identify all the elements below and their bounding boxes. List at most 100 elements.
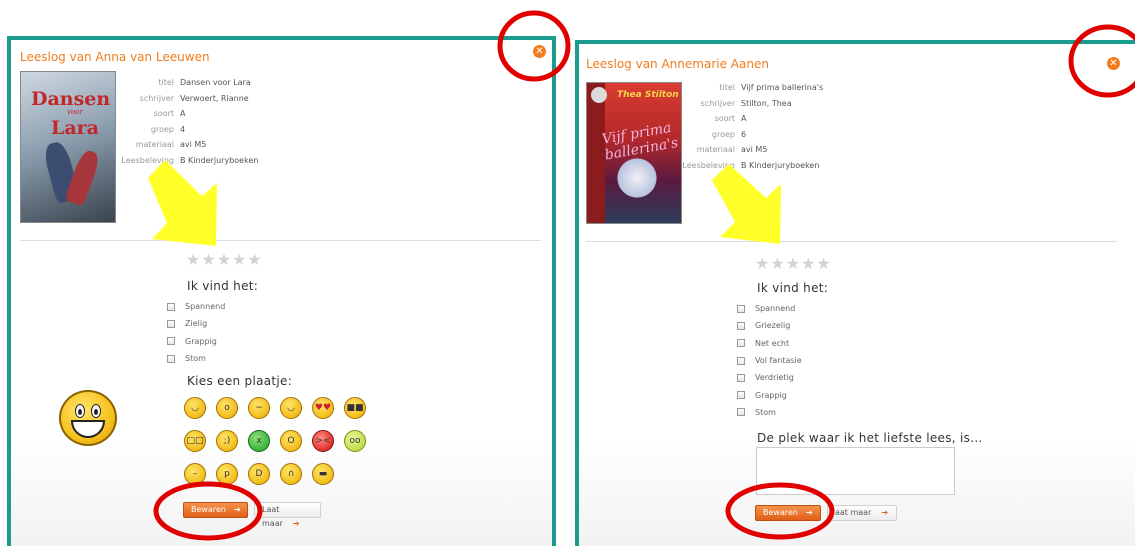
checkbox[interactable] — [737, 304, 745, 313]
star-icon[interactable]: ★ — [755, 254, 769, 273]
divider — [20, 240, 541, 241]
meta-key: Leesbeleving — [121, 155, 174, 165]
checkbox-option[interactable]: Zielig — [167, 315, 225, 332]
checkbox-option[interactable]: Spannend — [737, 300, 802, 317]
section-heading-opinion: Ik vind het: — [187, 279, 259, 293]
checkbox[interactable] — [167, 319, 175, 328]
star-icon[interactable]: ★ — [786, 254, 800, 273]
checkbox[interactable] — [737, 408, 745, 417]
star-icon[interactable]: ★ — [801, 254, 815, 273]
checkbox-option[interactable]: Verdrietig — [737, 369, 802, 386]
leeslog-panel-right: Leeslog van Annemarie Aanen ✕ Thea Stilt… — [575, 40, 1135, 546]
cancel-button[interactable]: Laat maar ➔ — [254, 502, 321, 528]
panel-title: Leeslog van Annemarie Aanen — [586, 57, 769, 71]
star-rating[interactable]: ★★★★★ — [186, 250, 263, 269]
cool-emoji-icon[interactable]: ▬ — [312, 463, 334, 485]
star-icon[interactable]: ★ — [217, 250, 231, 269]
book-meta: titel Vijf prima ballerina's schrijver Sti… — [679, 80, 823, 173]
mouth — [71, 420, 105, 438]
shocked-emoji-icon[interactable]: O — [280, 430, 302, 452]
smile-emoji-icon[interactable]: ◡ — [184, 397, 206, 419]
save-button-label: Bewaren — [763, 508, 798, 517]
meta-key: soort — [714, 114, 735, 123]
star-icon[interactable]: ★ — [186, 250, 200, 269]
eye — [75, 404, 85, 418]
selected-smiley-icon — [59, 390, 117, 446]
checkbox-label: Zielig — [185, 319, 208, 329]
meta-row: Leesbeleving B Kinderjuryboeken — [118, 153, 258, 169]
meta-key: titel — [158, 78, 174, 87]
section-heading-picture: Kies een plaatje: — [187, 374, 293, 388]
curtain-illustration — [587, 83, 605, 223]
close-icon[interactable]: ✕ — [1107, 57, 1120, 70]
arrow-right-icon: ➔ — [805, 508, 813, 517]
checkbox[interactable] — [737, 339, 745, 348]
checkbox-option[interactable]: Spannend — [167, 298, 225, 315]
close-icon[interactable]: ✕ — [533, 45, 546, 58]
checkbox-label: Stom — [755, 407, 776, 417]
divider — [586, 241, 1117, 242]
sick-emoji-icon[interactable]: x — [248, 430, 270, 452]
star-icon[interactable]: ★ — [232, 250, 246, 269]
checkbox-option[interactable]: Vol fantasie — [737, 352, 802, 369]
heart-eyes-emoji-icon[interactable]: ♥♥ — [312, 397, 334, 419]
hm-emoji-icon[interactable]: – — [184, 463, 206, 485]
laughing-emoji-icon[interactable]: D — [248, 463, 270, 485]
star-rating[interactable]: ★★★★★ — [755, 254, 832, 273]
save-button[interactable]: Bewaren ➔ — [183, 502, 248, 518]
surprised-emoji-icon[interactable]: o — [216, 397, 238, 419]
checkbox-option[interactable]: Grappig — [737, 386, 802, 403]
lime-emoji-icon[interactable]: oo — [344, 430, 366, 452]
stage: Leeslog van Anna van Leeuwen ✕ Dansen vo… — [0, 0, 1135, 546]
meta-value: avi M5 — [741, 145, 768, 154]
meta-key: Leesbeleving — [682, 160, 735, 170]
checkbox-label: Spannend — [755, 304, 796, 314]
star-icon[interactable]: ★ — [201, 250, 215, 269]
checkbox-label: Verdrietig — [755, 373, 794, 383]
meta-value: B Kinderjuryboeken — [741, 160, 820, 170]
checkbox[interactable] — [737, 356, 745, 365]
star-icon[interactable]: ★ — [247, 250, 261, 269]
sad-emoji-icon[interactable]: ∩ — [280, 463, 302, 485]
meta-row: Leesbeleving B Kinderjuryboeken — [679, 158, 823, 174]
checkbox-label: Vol fantasie — [755, 356, 802, 366]
meta-key: soort — [153, 109, 174, 118]
cancel-button[interactable]: aat maar ➔ — [827, 505, 897, 521]
cancel-button-label: aat maar — [835, 508, 872, 517]
section-heading-opinion: Ik vind het: — [757, 281, 829, 295]
checkbox-option[interactable]: Stom — [167, 350, 225, 367]
meta-value: A — [180, 109, 186, 118]
reading-place-input[interactable] — [756, 447, 955, 495]
meta-row: titel Dansen voor Lara — [118, 75, 258, 91]
meta-row: materiaal avi M5 — [118, 137, 258, 153]
save-button[interactable]: Bewaren ➔ — [755, 505, 821, 521]
meta-value: Stilton, Thea — [741, 98, 792, 108]
checkbox[interactable] — [167, 337, 175, 346]
angry-emoji-icon[interactable]: >< — [312, 430, 334, 452]
checkbox-label: Grappig — [185, 336, 217, 346]
checkbox-option[interactable]: Griezelig — [737, 317, 802, 334]
wink-emoji-icon[interactable]: ;) — [216, 430, 238, 452]
confused-emoji-icon[interactable]: ~ — [248, 397, 270, 419]
book-cover: Dansen voor Lara — [20, 71, 116, 223]
checkbox-option[interactable]: Stom — [737, 404, 802, 421]
blush-emoji-icon[interactable]: ◡ — [280, 397, 302, 419]
nerd-emoji-icon[interactable]: □□ — [184, 430, 206, 452]
cover-author: Thea Stilton — [617, 90, 679, 100]
sunglasses-emoji-icon[interactable]: ■■ — [344, 397, 366, 419]
checkbox-option[interactable]: Net echt — [737, 335, 802, 352]
tongue-emoji-icon[interactable]: p — [216, 463, 238, 485]
checkbox[interactable] — [167, 354, 175, 363]
checkbox[interactable] — [167, 302, 175, 311]
meta-value: Dansen voor Lara — [180, 78, 251, 87]
meta-row: soort A — [679, 111, 823, 127]
checkbox-option[interactable]: Grappig — [167, 333, 225, 350]
meta-row: materiaal avi M5 — [679, 142, 823, 158]
checkbox[interactable] — [737, 373, 745, 382]
checkbox[interactable] — [737, 391, 745, 400]
checkbox-label: Stom — [185, 354, 206, 364]
meta-key: schrijver — [139, 93, 174, 103]
star-icon[interactable]: ★ — [816, 254, 830, 273]
star-icon[interactable]: ★ — [770, 254, 784, 273]
checkbox[interactable] — [737, 321, 745, 330]
